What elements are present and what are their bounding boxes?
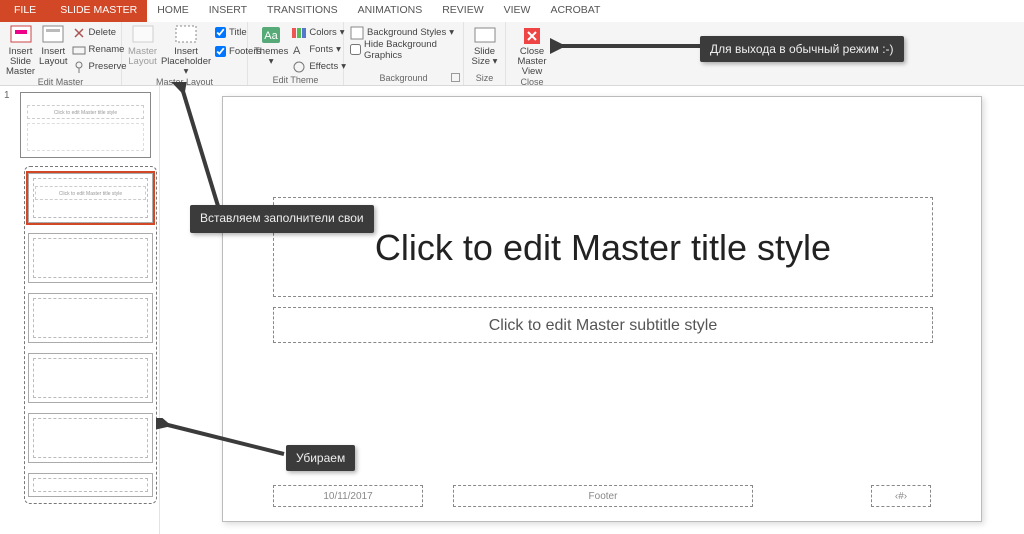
annotation-insert: Вставляем заполнители свои xyxy=(190,205,374,233)
group-background: Background Styles ▾ Hide Background Grap… xyxy=(344,22,464,85)
svg-text:Aa: Aa xyxy=(264,30,278,42)
layout-thumbnail[interactable] xyxy=(28,293,153,343)
slide-number: 1 xyxy=(4,90,10,101)
layout-thumbnail[interactable] xyxy=(28,353,153,403)
effects-button[interactable]: Effects ▾ xyxy=(292,58,346,75)
tab-animations[interactable]: ANIMATIONS xyxy=(348,0,433,22)
tab-slide-master[interactable]: SLIDE MASTER xyxy=(50,0,147,22)
insert-slide-master-button[interactable]: Insert Slide Master xyxy=(6,24,35,77)
layout-thumbnail[interactable] xyxy=(28,473,153,497)
arrow-icon xyxy=(550,38,700,58)
group-size: Slide Size ▾ Size xyxy=(464,22,506,85)
tab-insert[interactable]: INSERT xyxy=(199,0,257,22)
close-icon xyxy=(520,24,544,46)
colors-icon xyxy=(292,26,306,40)
tab-transitions[interactable]: TRANSITIONS xyxy=(257,0,348,22)
tab-file[interactable]: FILE xyxy=(0,0,50,22)
workspace: 1 Click to edit Master title style Click… xyxy=(0,86,1024,534)
layout-thumbnail[interactable] xyxy=(28,233,153,283)
delete-icon xyxy=(72,26,86,40)
tab-view[interactable]: VIEW xyxy=(494,0,541,22)
tab-review[interactable]: REVIEW xyxy=(432,0,493,22)
group-label: Edit Theme xyxy=(254,75,337,85)
footer-placeholder[interactable]: Footer xyxy=(453,485,753,507)
master-layout-button[interactable]: Master Layout xyxy=(128,24,157,67)
annotation-remove: Убираем xyxy=(286,445,355,471)
master-thumbnail[interactable]: Click to edit Master title style xyxy=(20,92,151,158)
subtitle-placeholder[interactable]: Click to edit Master subtitle style xyxy=(273,307,933,343)
hide-bg-checkbox[interactable]: Hide Background Graphics xyxy=(350,41,457,58)
date-placeholder[interactable]: 10/11/2017 xyxy=(273,485,423,507)
group-label: Background xyxy=(350,73,457,83)
arrow-icon xyxy=(170,82,230,212)
layout-thumbnail[interactable] xyxy=(28,413,153,463)
arrow-icon xyxy=(156,418,286,464)
rename-icon xyxy=(72,43,86,57)
fonts-icon: A xyxy=(292,43,306,57)
ribbon-tabs: FILE SLIDE MASTER HOME INSERT TRANSITION… xyxy=(0,0,1024,22)
layouts-container: Click to edit Master title style xyxy=(24,166,157,504)
group-label: Size xyxy=(470,73,499,83)
svg-text:A: A xyxy=(293,45,301,57)
layout-icon xyxy=(41,24,65,46)
bg-styles-icon xyxy=(350,26,364,40)
layout-thumbnail[interactable]: Click to edit Master title style xyxy=(28,173,153,223)
insert-layout-button[interactable]: Insert Layout xyxy=(39,24,68,67)
slide-icon xyxy=(9,24,33,46)
insert-placeholder-button[interactable]: Insert Placeholder ▾ xyxy=(161,24,211,77)
themes-icon: Aa xyxy=(259,24,283,46)
slide-size-button[interactable]: Slide Size ▾ xyxy=(470,24,499,67)
colors-button[interactable]: Colors ▾ xyxy=(292,24,346,41)
group-edit-master: Insert Slide Master Insert Layout Delete… xyxy=(0,22,122,85)
master-layout-icon xyxy=(131,24,155,46)
fonts-button[interactable]: AFonts ▾ xyxy=(292,41,346,58)
pin-icon xyxy=(72,60,86,74)
slide-number-placeholder[interactable]: ‹#› xyxy=(871,485,931,507)
placeholder-icon xyxy=(174,24,198,46)
preserve-button[interactable]: Preserve xyxy=(72,58,127,75)
tab-home[interactable]: HOME xyxy=(147,0,199,22)
tab-acrobat[interactable]: ACROBAT xyxy=(540,0,610,22)
group-edit-theme: Aa Themes ▾ Colors ▾ AFonts ▾ Effects ▾ … xyxy=(248,22,344,85)
dialog-launcher-icon[interactable] xyxy=(451,73,460,82)
annotation-close: Для выхода в обычный режим :-) xyxy=(700,36,904,62)
slide-size-icon xyxy=(473,24,497,46)
thumbnail-panel[interactable]: 1 Click to edit Master title style Click… xyxy=(0,86,160,534)
rename-button[interactable]: Rename xyxy=(72,41,127,58)
group-master-layout: Master Layout Insert Placeholder ▾ Title… xyxy=(122,22,248,85)
close-master-view-button[interactable]: Close Master View xyxy=(512,24,552,77)
effects-icon xyxy=(292,60,306,74)
themes-button[interactable]: Aa Themes ▾ xyxy=(254,24,288,67)
delete-button[interactable]: Delete xyxy=(72,24,127,41)
